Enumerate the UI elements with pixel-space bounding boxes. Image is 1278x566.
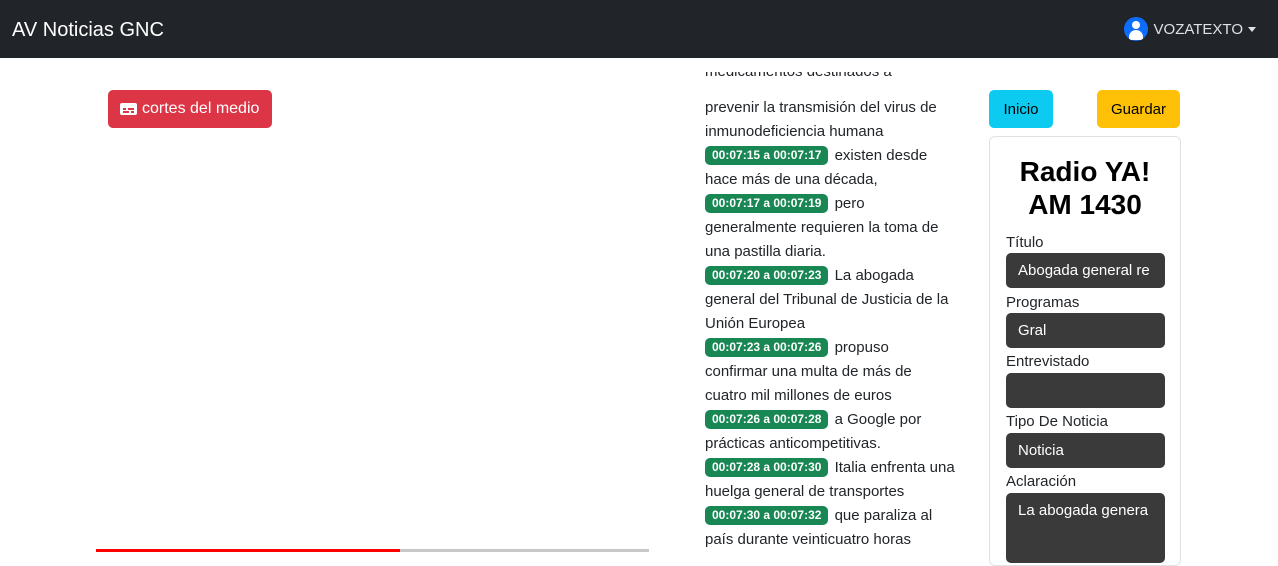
cortes-label: cortes del medio: [142, 100, 260, 117]
subtitles-icon: [120, 103, 137, 115]
programas-label: Programas: [1006, 294, 1080, 311]
news-form-card: Radio YA! AM 1430 Título Abogada general…: [989, 136, 1181, 566]
user-name: VOZATEXTO: [1153, 20, 1243, 38]
transcript-segment: 00:07:28 a 00:07:30 Italia enfrenta una …: [705, 458, 955, 500]
timestamp-badge[interactable]: 00:07:15 a 00:07:17: [705, 146, 829, 165]
top-navbar: AV Noticias GNC VOZATEXTO: [0, 0, 1278, 58]
transcript-partial-line: medicamentos destinados a: [705, 72, 905, 94]
transcript-segment: 00:07:17 a 00:07:19 pero generalmente re…: [705, 194, 938, 260]
caret-down-icon: [1248, 26, 1256, 32]
guardar-button[interactable]: Guardar: [1097, 90, 1180, 128]
programas-select[interactable]: Gral: [1006, 313, 1165, 348]
inicio-button[interactable]: Inicio: [989, 90, 1053, 128]
timestamp-badge[interactable]: 00:07:17 a 00:07:19: [705, 194, 829, 213]
transcript-panel[interactable]: medicamentos destinados a prevenir la tr…: [705, 72, 955, 552]
titulo-field[interactable]: Abogada general re: [1006, 253, 1165, 288]
transcript-segment: 00:07:20 a 00:07:23 La abogada general d…: [705, 266, 949, 332]
tipo-de-noticia-label: Tipo De Noticia: [1006, 413, 1108, 430]
user-avatar-icon: [1123, 17, 1148, 41]
timestamp-badge[interactable]: 00:07:26 a 00:07:28: [705, 410, 829, 429]
titulo-label: Título: [1006, 234, 1044, 251]
transcript-segment: 00:07:30 a 00:07:32 que paraliza al país…: [705, 506, 932, 548]
transcript-segment: 00:07:23 a 00:07:26 propuso confirmar un…: [705, 338, 912, 404]
user-menu[interactable]: VOZATEXTO: [1123, 16, 1256, 42]
timestamp-badge[interactable]: 00:07:28 a 00:07:30: [705, 458, 829, 477]
aclaracion-label: Aclaración: [1006, 473, 1077, 490]
timestamp-badge[interactable]: 00:07:23 a 00:07:26: [705, 338, 829, 357]
tipo-de-noticia-select[interactable]: Noticia: [1006, 433, 1165, 468]
transcript-segment: 00:07:15 a 00:07:17 existen desde hace m…: [705, 146, 927, 188]
timestamp-badge[interactable]: 00:07:20 a 00:07:23: [705, 266, 829, 285]
transcript-flow: prevenir la transmisión del virus de inm…: [705, 96, 955, 552]
transcript-opening-text: prevenir la transmisión del virus de inm…: [705, 99, 937, 140]
brand-title[interactable]: AV Noticias GNC: [12, 18, 164, 42]
entrevistado-field[interactable]: [1006, 373, 1165, 408]
station-name: Radio YA! AM 1430: [1019, 156, 1151, 220]
transcript-segment: 00:07:26 a 00:07:28 a Google por práctic…: [705, 410, 921, 452]
timestamp-badge[interactable]: 00:07:30 a 00:07:32: [705, 506, 829, 525]
aclaracion-textarea[interactable]: La abogada genera: [1006, 493, 1165, 563]
entrevistado-label: Entrevistado: [1006, 353, 1090, 370]
cortes-del-medio-button[interactable]: cortes del medio: [108, 90, 272, 128]
